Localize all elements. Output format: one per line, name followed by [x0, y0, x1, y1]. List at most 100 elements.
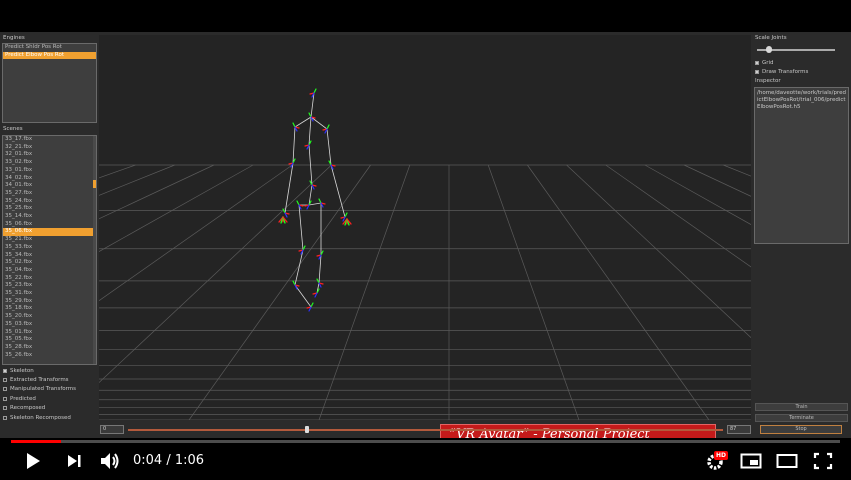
- joint-axis: [344, 212, 348, 218]
- scene-list-item[interactable]: 34_01.fbx: [3, 182, 96, 190]
- checkbox-icon: [3, 368, 7, 373]
- scene-list-item[interactable]: 35_21.fbx: [3, 236, 96, 244]
- skeleton-bone: [310, 116, 328, 130]
- scene-list-item[interactable]: 35_01.fbx: [3, 329, 96, 337]
- scene-list-item[interactable]: 35_06.fbx: [3, 221, 96, 229]
- checkbox-icon: [3, 378, 7, 383]
- skeleton-bone: [294, 116, 312, 128]
- timeline-handle[interactable]: [304, 426, 309, 433]
- display-toggle-checkbox[interactable]: Predicted: [3, 394, 98, 403]
- fullscreen-button[interactable]: [813, 452, 833, 474]
- scene-list-item[interactable]: 35_31.fbx: [3, 290, 96, 298]
- scenes-label: Scenes: [3, 126, 23, 132]
- scene-list-item[interactable]: 35_02.fbx: [3, 259, 96, 267]
- joint-axis: [313, 88, 317, 94]
- miniplayer-button[interactable]: [740, 452, 762, 474]
- joint-axis: [308, 112, 312, 118]
- skeleton-bone: [330, 164, 346, 218]
- theater-mode-button[interactable]: [776, 453, 798, 473]
- display-toggle-checkbox[interactable]: Skeleton Recomposed: [3, 413, 98, 422]
- theater-icon: [776, 454, 798, 468]
- joint-axis: [296, 200, 300, 206]
- scale-joints-handle[interactable]: [765, 46, 772, 53]
- 3d-viewport[interactable]: [99, 35, 751, 420]
- miniplayer-icon: [740, 453, 762, 469]
- joint-axis: [302, 245, 306, 251]
- checkbox-icon: [755, 69, 759, 74]
- scene-list-item[interactable]: 35_06.fbx: [3, 228, 96, 237]
- grid-checkbox[interactable]: Grid: [755, 58, 774, 67]
- time-display: 0:04 / 1:06: [133, 453, 204, 469]
- time-total: 1:06: [174, 453, 205, 468]
- joint-axis: [326, 124, 330, 130]
- display-toggle-label: Skeleton: [10, 367, 34, 374]
- engine-list-item[interactable]: Predict Elbow Pos Rot: [3, 51, 96, 60]
- display-toggle-label: Recomposed: [10, 405, 46, 412]
- scene-list-item[interactable]: 35_34.fbx: [3, 252, 96, 260]
- scene-list-item[interactable]: 35_05.fbx: [3, 336, 96, 344]
- scene-list-item[interactable]: 35_25.fbx: [3, 205, 96, 213]
- scene-list-item[interactable]: 33_01.fbx: [3, 167, 96, 175]
- next-button[interactable]: [66, 453, 82, 473]
- draw-transforms-checkbox[interactable]: Draw Transforms: [755, 67, 808, 76]
- fullscreen-icon: [813, 452, 833, 470]
- scene-list-item[interactable]: 35_20.fbx: [3, 313, 96, 321]
- skeleton-bone: [298, 204, 304, 251]
- draw-transforms-label: Draw Transforms: [762, 68, 809, 75]
- time-current: 0:04: [133, 453, 163, 468]
- scene-list-item[interactable]: 35_03.fbx: [3, 321, 96, 329]
- skeleton-bone: [326, 128, 332, 166]
- skeleton-bone: [294, 249, 304, 286]
- scene-list-item[interactable]: 35_29.fbx: [3, 298, 96, 306]
- display-toggle-label: Extracted Transforms: [10, 377, 69, 384]
- timeline-start-field[interactable]: 0: [100, 425, 124, 434]
- display-toggle-checkbox[interactable]: Extracted Transforms: [3, 375, 98, 384]
- engines-list[interactable]: Predict Shldr Pos Rot Predict Elbow Pos R…: [2, 43, 97, 123]
- scene-list-item[interactable]: 33_17.fbx: [3, 136, 96, 144]
- scenes-scrollbar[interactable]: [93, 136, 96, 364]
- volume-button[interactable]: [99, 451, 121, 475]
- scene-list-item[interactable]: 35_23.fbx: [3, 282, 96, 290]
- scene-list-item[interactable]: 34_02.fbx: [3, 175, 96, 183]
- skeleton-bone: [308, 202, 322, 206]
- timeline-track[interactable]: [128, 429, 723, 431]
- scene-list-item[interactable]: 35_28.fbx: [3, 344, 96, 352]
- checkbox-icon: [3, 406, 7, 411]
- timeline-end-field[interactable]: 87: [727, 425, 751, 434]
- grid-label: Grid: [762, 59, 774, 66]
- scene-list-item[interactable]: 32_21.fbx: [3, 144, 96, 152]
- scenes-list[interactable]: 33_17.fbx 32_21.fbx 32_01.fbx 33_02.fbx 33_0…: [2, 135, 97, 365]
- display-toggle-checkbox[interactable]: Skeleton: [3, 366, 98, 375]
- stop-button[interactable]: Stop: [760, 425, 842, 434]
- scene-list-item[interactable]: 33_02.fbx: [3, 159, 96, 167]
- title-banner: “VR Avatar” - Personal Project: [440, 424, 716, 438]
- checkbox-icon: [3, 415, 7, 420]
- scene-list-item[interactable]: 35_27.fbx: [3, 190, 96, 198]
- scene-list-item[interactable]: 35_14.fbx: [3, 213, 96, 221]
- display-toggle-label: Manipulated Transforms: [10, 386, 77, 393]
- display-toggle-checkbox[interactable]: Recomposed: [3, 404, 98, 413]
- scenes-scroll-thumb[interactable]: [93, 180, 96, 188]
- engine-list-item[interactable]: Predict Shldr Pos Rot: [3, 44, 96, 52]
- joint-axis: [292, 280, 296, 286]
- skeleton-bone: [294, 284, 312, 308]
- scene-list-item[interactable]: 35_22.fbx: [3, 275, 96, 283]
- checkbox-icon: [3, 396, 7, 401]
- scene-list-item[interactable]: 32_01.fbx: [3, 151, 96, 159]
- train-button[interactable]: Train: [755, 403, 848, 411]
- scene-list-item[interactable]: 35_18.fbx: [3, 305, 96, 313]
- play-button[interactable]: [24, 451, 42, 475]
- display-toggle-label: Predicted: [10, 395, 36, 402]
- skeleton-bone: [292, 126, 296, 164]
- video-progress-played: [11, 440, 61, 443]
- joint-axis: [318, 198, 322, 204]
- scene-list-item[interactable]: 35_04.fbx: [3, 267, 96, 275]
- display-toggle-checkbox[interactable]: Manipulated Transforms: [3, 385, 98, 394]
- video-progress-bar[interactable]: [11, 440, 840, 443]
- scene-list-item[interactable]: 35_26.fbx: [3, 352, 96, 360]
- inspector-text[interactable]: /home/daveotte/work/trials/predictElbowP…: [754, 87, 849, 244]
- scene-list-item[interactable]: 35_24.fbx: [3, 198, 96, 206]
- engines-label: Engines: [3, 35, 25, 41]
- terminate-button[interactable]: Terminate: [755, 414, 848, 422]
- scene-list-item[interactable]: 35_33.fbx: [3, 244, 96, 252]
